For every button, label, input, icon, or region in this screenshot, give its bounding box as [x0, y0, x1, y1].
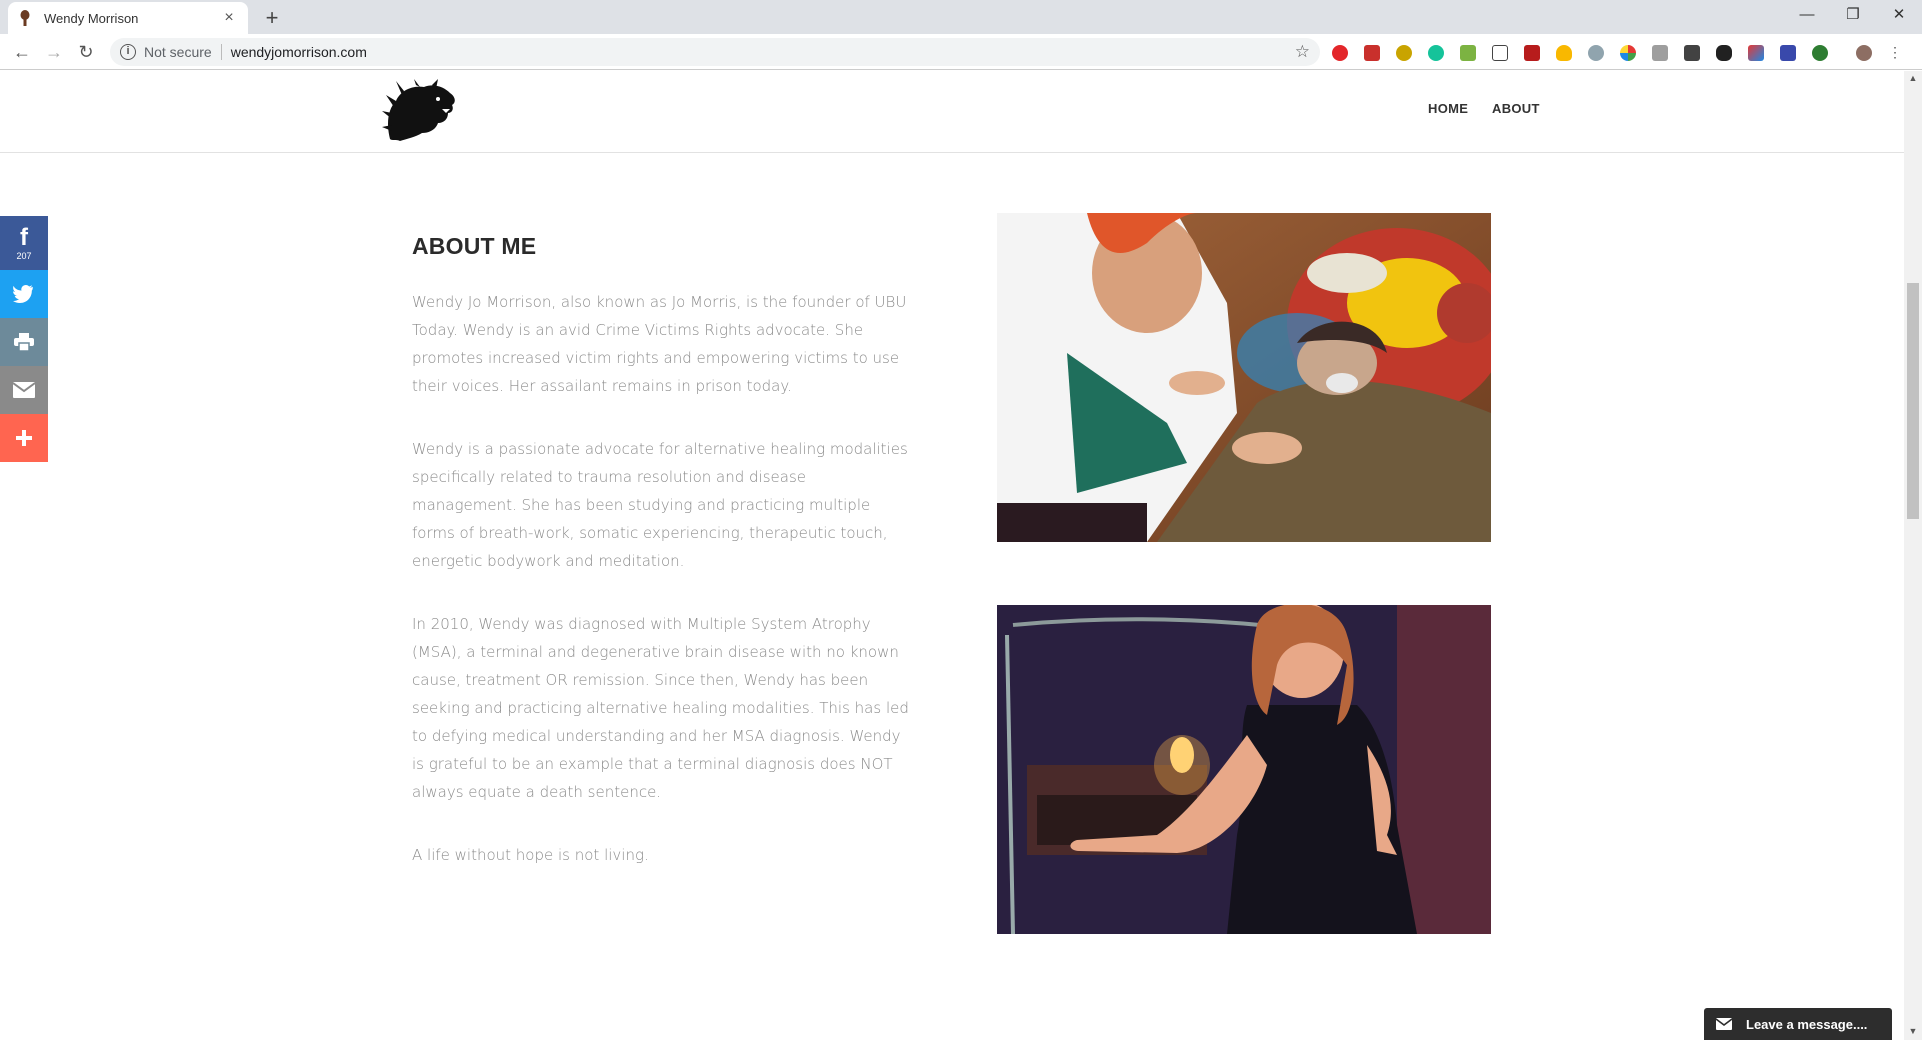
meditation-photo: [997, 605, 1491, 934]
leave-message-label: Leave a message....: [1746, 1016, 1868, 1032]
tab-close-icon[interactable]: ×: [220, 9, 238, 27]
healing-session-photo: [997, 213, 1491, 542]
puzzle-extension-icon[interactable]: [1492, 45, 1508, 61]
red-extension-icon[interactable]: [1364, 45, 1380, 61]
nav-about-link[interactable]: ABOUT: [1492, 101, 1540, 116]
more-share-button[interactable]: [0, 414, 48, 462]
profile-avatar[interactable]: [1856, 45, 1872, 61]
close-window-button[interactable]: ✕: [1876, 0, 1922, 30]
site-favicon-icon: [18, 9, 32, 27]
facebook-share-count: 207: [16, 250, 32, 261]
paragraph-hope: A life without hope is not living.: [412, 846, 649, 864]
tab-title: Wendy Morrison: [44, 10, 139, 26]
nav-home-link[interactable]: HOME: [1428, 101, 1468, 116]
reload-button[interactable]: ↻: [72, 40, 100, 64]
url-text[interactable]: wendyjomorrison.com: [231, 44, 1295, 60]
inbox-extension-icon[interactable]: [1460, 45, 1476, 61]
bulb-extension-icon[interactable]: [1556, 45, 1572, 61]
minimize-button[interactable]: —: [1784, 0, 1830, 30]
facebook-icon: f: [20, 223, 28, 251]
email-icon: [13, 382, 35, 398]
leave-message-widget[interactable]: Leave a message....: [1704, 1008, 1892, 1040]
twitter-icon: [13, 285, 33, 303]
page-title: ABOUT ME: [412, 233, 537, 259]
facebook-share-button[interactable]: f 207: [0, 216, 48, 270]
menu-dots-icon[interactable]: ⋮: [1888, 45, 1902, 61]
color-extension-icon[interactable]: [1620, 45, 1636, 61]
badge-extension-icon[interactable]: [1812, 45, 1828, 61]
envelope-icon: [1716, 1018, 1732, 1030]
plus-icon: [16, 430, 32, 446]
address-bar[interactable]: i Not secure wendyjomorrison.com ☆: [110, 38, 1320, 66]
print-icon: [14, 333, 34, 351]
eye-extension-icon[interactable]: [1588, 45, 1604, 61]
scrollbar-thumb[interactable]: [1907, 283, 1919, 519]
new-tab-button[interactable]: +: [258, 4, 286, 32]
twitter-share-button[interactable]: [0, 270, 48, 318]
paragraph-diagnosis: In 2010, Wendy was diagnosed with Multip…: [412, 615, 909, 801]
print-share-button[interactable]: [0, 318, 48, 366]
email-share-button[interactable]: [0, 366, 48, 414]
arc-extension-icon[interactable]: [1748, 45, 1764, 61]
scroll-down-icon[interactable]: ▼: [1908, 1026, 1918, 1036]
info-icon[interactable]: i: [120, 44, 136, 60]
grid-extension-icon[interactable]: [1780, 45, 1796, 61]
restore-button[interactable]: ❐: [1830, 0, 1876, 30]
bookmark-star-icon[interactable]: ☆: [1295, 42, 1310, 62]
browser-tab[interactable]: Wendy Morrison ×: [8, 2, 248, 34]
not-secure-label: Not secure: [144, 44, 212, 60]
grey-extension-icon[interactable]: [1652, 45, 1668, 61]
forward-button[interactable]: →: [40, 40, 68, 64]
page-scrollbar[interactable]: ▲ ▼: [1904, 71, 1922, 1040]
scroll-up-icon[interactable]: ▲: [1908, 73, 1918, 83]
browser-tab-strip: Wendy Morrison × + — ❐ ✕: [0, 0, 1922, 34]
lion-logo[interactable]: [382, 79, 458, 143]
grammarly-extension-icon[interactable]: [1428, 45, 1444, 61]
paragraph-intro: Wendy Jo Morrison, also known as Jo Morr…: [412, 293, 907, 395]
chart-extension-icon[interactable]: [1524, 45, 1540, 61]
dark-extension-icon[interactable]: [1684, 45, 1700, 61]
address-separator: [220, 44, 222, 60]
opera-extension-icon[interactable]: [1332, 45, 1348, 61]
back-button[interactable]: ←: [8, 40, 36, 64]
bee-extension-icon[interactable]: [1396, 45, 1412, 61]
glasses-extension-icon[interactable]: [1716, 45, 1732, 61]
browser-toolbar: ← → ↻ i Not secure wendyjomorrison.com ☆…: [0, 34, 1922, 70]
web-page: HOME ABOUT ABOUT ME Wendy Jo Morrison, a…: [0, 71, 1904, 1040]
paragraph-healing: Wendy is a passionate advocate for alter…: [412, 440, 908, 570]
site-header: HOME ABOUT: [0, 71, 1904, 153]
